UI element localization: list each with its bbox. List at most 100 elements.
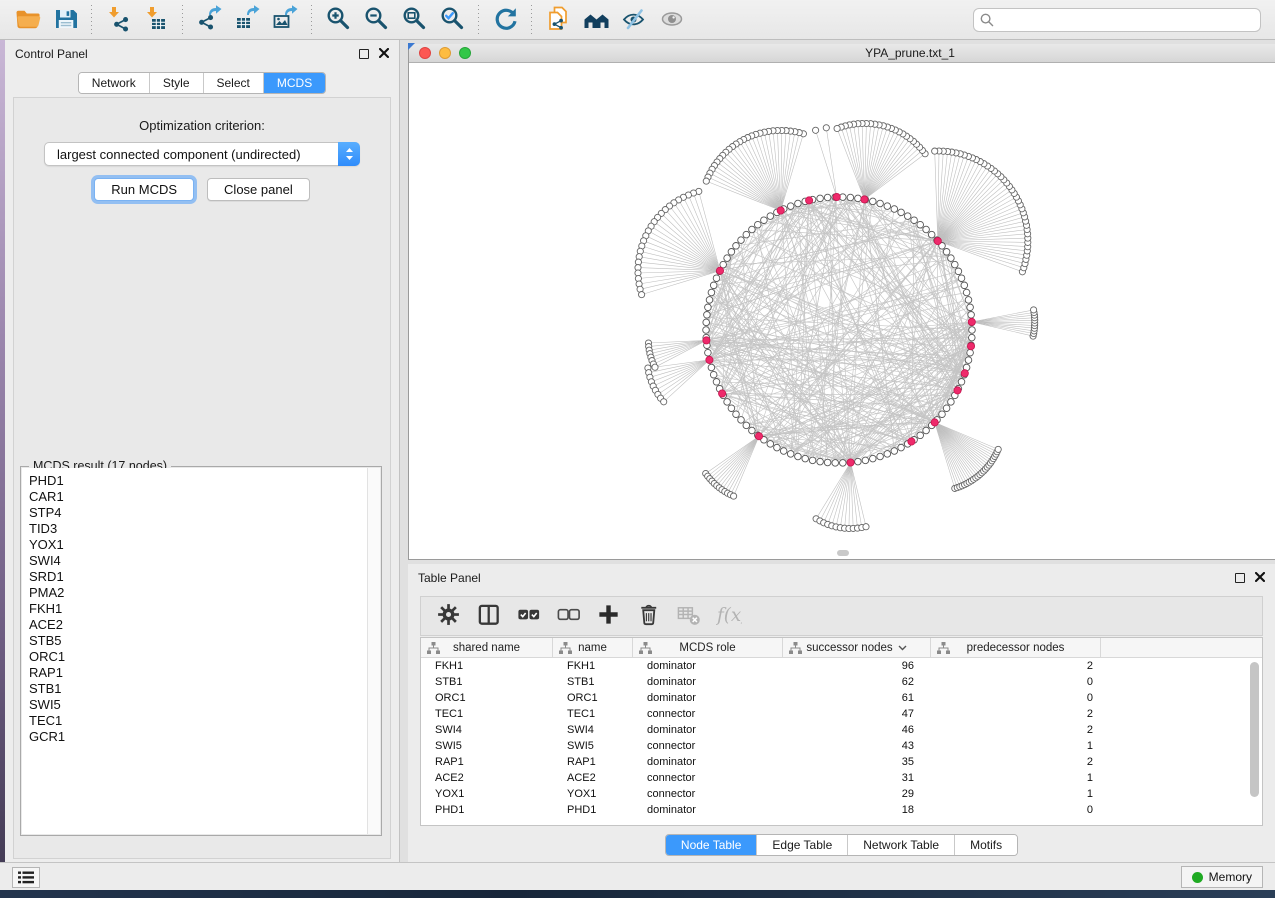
mcds-result-node[interactable]: TEC1 — [29, 713, 380, 729]
toolbar-button-zoom-out[interactable] — [357, 3, 395, 37]
window-minimize-icon[interactable] — [439, 47, 451, 59]
table-panel: Table Panel f(x) shared namenameMCDS rol… — [408, 564, 1275, 862]
mcds-result-node[interactable]: PMA2 — [29, 585, 380, 601]
toolbar-button-open-file[interactable] — [8, 3, 46, 37]
network-leaf-nodes — [635, 120, 1038, 531]
mcds-result-node[interactable]: ORC1 — [29, 649, 380, 665]
toolbar-button-zoom-in[interactable] — [319, 3, 357, 37]
table-row[interactable]: SWI5SWI5connector431 — [421, 738, 1262, 754]
column-type-icon — [789, 642, 802, 655]
desktop: Control Panel NetworkStyleSelectMCDS Opt… — [0, 0, 1275, 898]
table-toolbar-add-column[interactable] — [591, 599, 627, 633]
mcds-result-node[interactable]: STP4 — [29, 505, 380, 521]
tab-network[interactable]: Network — [79, 73, 150, 93]
mcds-result-node[interactable]: PHD1 — [29, 473, 380, 489]
mcds-result-node[interactable]: FKH1 — [29, 601, 380, 617]
svg-text:f(x): f(x) — [716, 604, 742, 625]
duplicate-network-icon — [545, 5, 572, 35]
optimization-criterion-select[interactable]: largest connected component (undirected) — [44, 142, 360, 166]
table-toolbar: f(x) — [420, 596, 1263, 636]
table-float-icon[interactable] — [1235, 573, 1245, 583]
mcds-result-node[interactable]: CAR1 — [29, 489, 380, 505]
mcds-result-node[interactable]: GCR1 — [29, 729, 380, 745]
table-toolbar-delete-table — [671, 599, 707, 633]
sort-descending-icon — [898, 645, 907, 651]
table-row[interactable]: ACE2ACE2connector311 — [421, 770, 1262, 786]
delete-columns-icon — [636, 602, 662, 631]
mcds-result-node[interactable]: ACE2 — [29, 617, 380, 633]
mcds-result-node[interactable]: STB5 — [29, 633, 380, 649]
memory-status-icon — [1192, 872, 1203, 883]
mcds-result-node[interactable]: TID3 — [29, 521, 380, 537]
table-row[interactable]: FKH1FKH1dominator962 — [421, 658, 1262, 674]
tab-select[interactable]: Select — [204, 73, 264, 93]
table-row[interactable]: RAP1RAP1dominator352 — [421, 754, 1262, 770]
column-header-predecessor-nodes[interactable]: predecessor nodes — [931, 638, 1101, 657]
toolbar-button-import-network[interactable] — [99, 3, 137, 37]
network-canvas[interactable] — [409, 63, 1275, 559]
tab-style[interactable]: Style — [150, 73, 204, 93]
tab-node-table[interactable]: Node Table — [666, 835, 758, 855]
column-header-MCDS-role[interactable]: MCDS role — [633, 638, 783, 657]
run-mcds-button[interactable]: Run MCDS — [94, 178, 194, 201]
table-row[interactable]: SWI4SWI4dominator462 — [421, 722, 1262, 738]
tab-motifs[interactable]: Motifs — [955, 835, 1017, 855]
search-field — [973, 8, 1261, 32]
search-input[interactable] — [973, 8, 1261, 32]
network-hscrollbar[interactable] — [837, 550, 849, 556]
toolbar-separator — [91, 5, 92, 35]
close-panel-icon[interactable] — [379, 47, 389, 61]
table-row[interactable]: PHD1PHD1dominator180 — [421, 802, 1262, 818]
table-vscrollbar[interactable] — [1250, 662, 1259, 797]
mcds-result-node[interactable]: RAP1 — [29, 665, 380, 681]
column-header-successor-nodes[interactable]: successor nodes — [783, 638, 931, 657]
toolbar-button-export-network[interactable] — [190, 3, 228, 37]
network-window-titlebar[interactable]: YPA_prune.txt_1 — [409, 44, 1275, 63]
window-zoom-icon[interactable] — [459, 47, 471, 59]
tab-mcds[interactable]: MCDS — [264, 73, 325, 93]
window-close-icon[interactable] — [419, 47, 431, 59]
float-panel-icon[interactable] — [359, 49, 369, 59]
control-panel: Control Panel NetworkStyleSelectMCDS Opt… — [5, 40, 400, 862]
tab-edge-table[interactable]: Edge Table — [757, 835, 848, 855]
table-close-icon[interactable] — [1255, 571, 1265, 585]
refresh-icon — [492, 5, 519, 35]
toolbar-button-show-all[interactable] — [653, 3, 691, 37]
open-file-icon — [14, 5, 41, 35]
network-window-title: YPA_prune.txt_1 — [477, 46, 1275, 60]
toolbar-button-zoom-fit[interactable] — [395, 3, 433, 37]
table-toolbar-select-all-rows[interactable] — [511, 599, 547, 633]
close-panel-button[interactable]: Close panel — [207, 178, 310, 201]
list-icon — [18, 871, 34, 884]
table-row[interactable]: ORC1ORC1dominator610 — [421, 690, 1262, 706]
deselect-all-rows-icon — [556, 602, 582, 631]
mcds-list-scrollbar[interactable] — [367, 468, 380, 834]
memory-button[interactable]: Memory — [1181, 866, 1263, 888]
toolbar-button-save-session[interactable] — [46, 3, 84, 37]
mcds-result-node[interactable]: YOX1 — [29, 537, 380, 553]
column-header-name[interactable]: name — [553, 638, 633, 657]
table-toolbar-deselect-all-rows[interactable] — [551, 599, 587, 633]
task-history-button[interactable] — [12, 867, 40, 888]
tab-network-table[interactable]: Network Table — [848, 835, 955, 855]
table-row[interactable]: STB1STB1dominator620 — [421, 674, 1262, 690]
mcds-result-node[interactable]: STB1 — [29, 681, 380, 697]
column-type-icon — [559, 642, 572, 655]
toolbar-button-export-table[interactable] — [228, 3, 266, 37]
table-toolbar-delete-columns[interactable] — [631, 599, 667, 633]
toolbar-button-export-image[interactable] — [266, 3, 304, 37]
toolbar-button-first-neighbors[interactable] — [577, 3, 615, 37]
mcds-result-node[interactable]: SWI4 — [29, 553, 380, 569]
table-toolbar-table-settings-gear[interactable] — [431, 599, 467, 633]
toolbar-button-refresh[interactable] — [486, 3, 524, 37]
toolbar-button-import-table[interactable] — [137, 3, 175, 37]
mcds-result-node[interactable]: SWI5 — [29, 697, 380, 713]
toolbar-button-zoom-selected[interactable] — [433, 3, 471, 37]
toolbar-button-duplicate-network[interactable] — [539, 3, 577, 37]
table-row[interactable]: TEC1TEC1connector472 — [421, 706, 1262, 722]
mcds-result-node[interactable]: SRD1 — [29, 569, 380, 585]
toolbar-button-hide-selected[interactable] — [615, 3, 653, 37]
table-toolbar-split-panel[interactable] — [471, 599, 507, 633]
table-row[interactable]: YOX1YOX1connector291 — [421, 786, 1262, 802]
column-header-shared-name[interactable]: shared name — [421, 638, 553, 657]
